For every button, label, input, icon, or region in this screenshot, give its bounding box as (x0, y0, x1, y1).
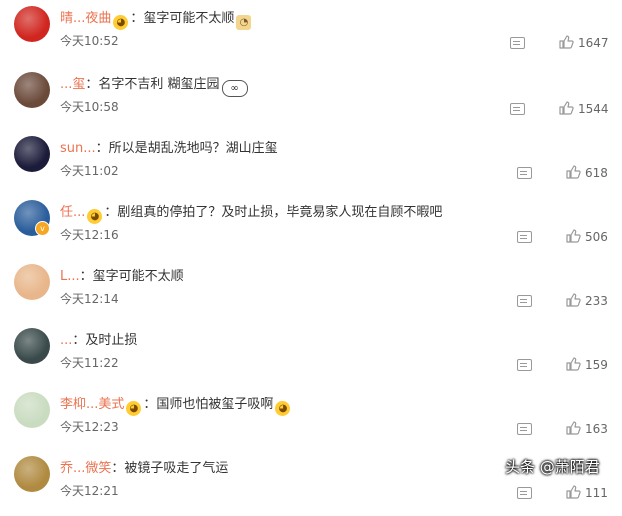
comment-item: sun...：所以是胡乱洗地吗？湖山庄玺 今天11:02 618 (0, 132, 622, 196)
like-count: 1647 (578, 36, 609, 50)
reply-icon[interactable] (517, 359, 532, 371)
like-button[interactable]: 1544 (558, 100, 609, 116)
avatar[interactable] (14, 392, 50, 428)
reply-icon[interactable] (517, 167, 532, 179)
like-button[interactable]: 163 (565, 420, 608, 436)
like-count: 233 (585, 294, 608, 308)
comment-text: 玺字可能不太顺 (92, 269, 184, 284)
comment-item: v 任... ◕ ：剧组真的停拍了？及时止损，毕竟易家人现在自顾不暇吧 今天12:1… (0, 196, 622, 260)
like-count: 506 (585, 230, 608, 244)
like-count: 163 (585, 422, 608, 436)
thumbs-up-icon (565, 356, 581, 372)
timestamp: 今天10:52 (60, 34, 119, 48)
comment-content: sun...：所以是胡乱洗地吗？湖山庄玺 (60, 141, 278, 156)
username[interactable]: 任... (60, 205, 85, 220)
like-button[interactable]: 159 (565, 356, 608, 372)
username[interactable]: 晴...夜曲 (60, 11, 111, 26)
thumbs-up-icon (565, 292, 581, 308)
comment-item: ...：及时止损 今天11:22 159 (0, 324, 622, 388)
timestamp: 今天11:02 (60, 164, 119, 178)
watermark: 头条 @萧陌君 (505, 458, 600, 476)
comment-text: 被镜子吸走了气运 (124, 461, 229, 476)
comment-text: 国师也怕被玺子吸啊 (156, 397, 274, 412)
emoji-glasses-icon: ∞ (221, 80, 248, 97)
like-button[interactable]: 233 (565, 292, 608, 308)
like-button[interactable]: 618 (565, 164, 608, 180)
comment-item: 李枊...美式 ◕ ：国师也怕被玺子吸啊 ◕ 今天12:23 163 (0, 388, 622, 452)
comment-text: 及时止损 (85, 333, 138, 348)
comment-content: 李枊...美式 ◕ ：国师也怕被玺子吸啊 ◕ (60, 393, 292, 416)
avatar[interactable] (14, 6, 50, 42)
like-button[interactable]: 111 (565, 484, 608, 500)
thumbs-up-icon (565, 420, 581, 436)
thumbs-up-icon (565, 484, 581, 500)
username[interactable]: L... (60, 269, 80, 284)
reply-icon[interactable] (517, 487, 532, 499)
username[interactable]: 乔...微笑 (60, 461, 111, 476)
username[interactable]: ...玺 (60, 77, 85, 92)
thumbs-up-icon (558, 100, 574, 116)
comment-content: 乔...微笑：被镜子吸走了气运 (60, 461, 229, 476)
comment-content: 晴...夜曲 ◕ ：玺字可能不太顺 ◔ (60, 7, 253, 30)
username[interactable]: 李枊...美式 (60, 397, 124, 412)
reply-icon[interactable] (517, 423, 532, 435)
comment-content: L...：玺字可能不太顺 (60, 269, 184, 284)
timestamp: 今天12:23 (60, 420, 119, 434)
like-count: 618 (585, 166, 608, 180)
like-button[interactable]: 1647 (558, 34, 609, 50)
emoji-face-icon: ◕ (275, 401, 291, 416)
reply-icon[interactable] (510, 103, 525, 115)
comment-content: ...：及时止损 (60, 333, 138, 348)
comment-text: 所以是胡乱洗地吗？湖山庄玺 (108, 141, 278, 156)
comment-content: ...玺：名字不吉利 糊玺庄园 ∞ (60, 73, 250, 97)
comment-text: 剧组真的停拍了？及时止损，毕竟易家人现在自顾不暇吧 (117, 205, 443, 220)
like-button[interactable]: 506 (565, 228, 608, 244)
avatar[interactable] (14, 264, 50, 300)
emoji-face-icon: ◕ (113, 15, 129, 30)
comment-item: L...：玺字可能不太顺 今天12:14 233 (0, 260, 622, 324)
avatar[interactable] (14, 136, 50, 172)
avatar[interactable] (14, 72, 50, 108)
timestamp: 今天11:22 (60, 356, 119, 370)
reply-icon[interactable] (510, 37, 525, 49)
reply-icon[interactable] (517, 231, 532, 243)
avatar[interactable] (14, 328, 50, 364)
comment-text: 玺字可能不太顺 (143, 11, 235, 26)
thumbs-up-icon (558, 34, 574, 50)
emoji-face-icon: ◕ (87, 209, 103, 224)
timestamp: 今天10:58 (60, 100, 119, 114)
like-count: 111 (585, 486, 608, 500)
thumbs-up-icon (565, 228, 581, 244)
comment-item: 晴...夜曲 ◕ ：玺字可能不太顺 ◔ 今天10:52 1647 (0, 2, 622, 66)
username[interactable]: ... (60, 333, 72, 348)
emoji-face-icon: ◕ (126, 401, 142, 416)
timestamp: 今天12:14 (60, 292, 119, 306)
avatar[interactable] (14, 456, 50, 492)
thumbs-up-icon (565, 164, 581, 180)
reply-icon[interactable] (517, 295, 532, 307)
comment-content: 任... ◕ ：剧组真的停拍了？及时止损，毕竟易家人现在自顾不暇吧 (60, 205, 443, 224)
timestamp: 今天12:16 (60, 228, 119, 242)
username[interactable]: sun... (60, 141, 96, 156)
like-count: 1544 (578, 102, 609, 116)
verified-badge-icon: v (35, 221, 50, 236)
emoji-doge-icon: ◔ (236, 15, 252, 30)
comment-item: ...玺：名字不吉利 糊玺庄园 ∞ 今天10:58 1544 (0, 68, 622, 132)
like-count: 159 (585, 358, 608, 372)
comment-text: 名字不吉利 糊玺庄园 (98, 77, 220, 92)
